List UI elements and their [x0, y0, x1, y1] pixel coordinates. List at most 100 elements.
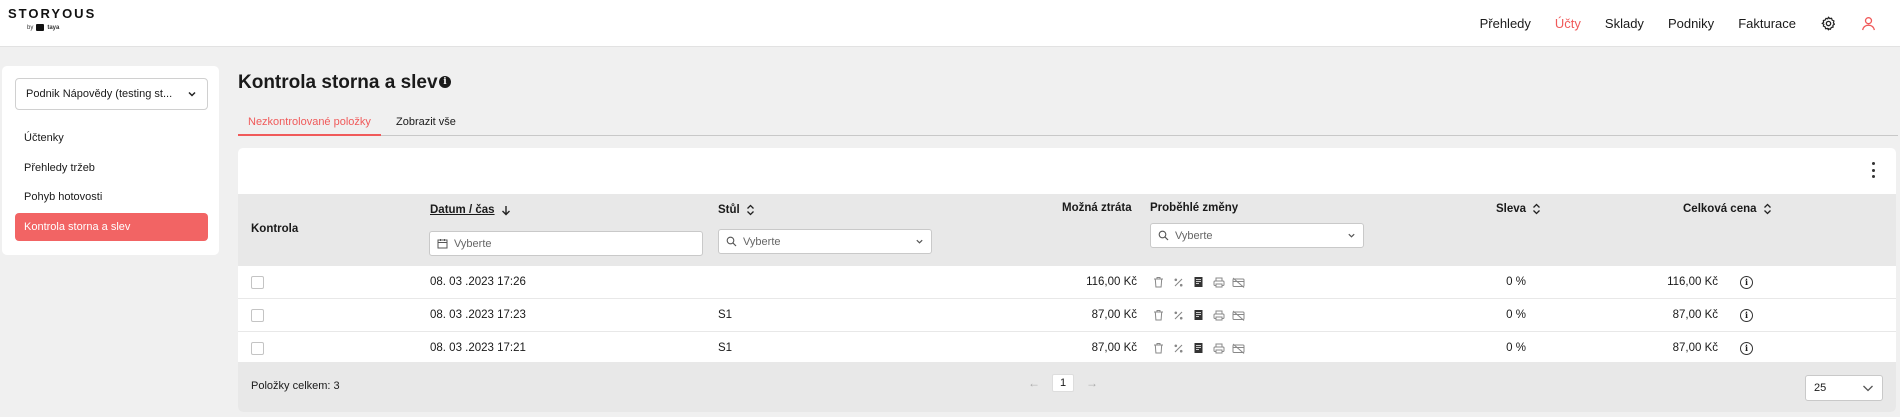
- printer-icon: [1212, 309, 1225, 322]
- gear-icon[interactable]: [1820, 16, 1836, 32]
- tab-bar: Nezkontrolované položky Zobrazit vše: [238, 111, 1898, 136]
- printer-icon: [1212, 342, 1225, 355]
- row-sleva: 0 %: [1506, 342, 1526, 354]
- row-stul: S1: [718, 309, 733, 321]
- card-off-icon: [1232, 276, 1245, 289]
- row-changes: [1152, 299, 1245, 331]
- row-cena: 116,00 Kč: [1667, 276, 1718, 288]
- row-checkbox[interactable]: [251, 266, 264, 298]
- column-header-stul[interactable]: Stůl: [718, 204, 755, 216]
- page-size-select[interactable]: 25: [1805, 375, 1883, 401]
- column-header-probehle-zmeny: Proběhlé změny: [1150, 202, 1239, 214]
- row-ztrata: 87,00 Kč: [1091, 309, 1137, 321]
- column-header-celkova-cena[interactable]: Celková cena: [1683, 203, 1772, 215]
- table-row[interactable]: 08. 03 .2023 17:26 116,00 Kč 0 % 116,00 …: [238, 266, 1896, 299]
- datum-filter-placeholder: Vyberte: [454, 237, 492, 250]
- row-info-icon[interactable]: i: [1740, 332, 1753, 364]
- user-icon[interactable]: [1860, 16, 1876, 32]
- table-card: Kontrola Datum / čas Vyberte Stůl Vybert…: [238, 148, 1896, 412]
- row-info-icon[interactable]: i: [1740, 266, 1753, 298]
- datum-filter-input[interactable]: Vyberte: [429, 231, 703, 256]
- trash-icon: [1152, 276, 1165, 289]
- sidebar-item-prehledy-trzeb[interactable]: Přehledy tržeb: [15, 154, 208, 182]
- row-datum: 08. 03 .2023 17:26: [430, 276, 526, 288]
- items-total: Položky celkem: 3: [251, 380, 340, 392]
- row-stul: S1: [718, 342, 733, 354]
- chevron-down-icon: [1863, 385, 1873, 392]
- sort-icon: [1763, 203, 1771, 215]
- chevron-down-icon: [1348, 233, 1355, 238]
- sort-desc-icon: [501, 205, 510, 215]
- column-header-kontrola: Kontrola: [251, 223, 299, 235]
- sidebar-item-kontrola-storna[interactable]: Kontrola storna a slev: [15, 213, 208, 241]
- search-icon: [726, 236, 737, 247]
- row-info-icon[interactable]: i: [1740, 299, 1753, 331]
- column-header-datum[interactable]: Datum / čas: [430, 204, 511, 216]
- chevron-down-icon: [188, 91, 196, 97]
- prev-page-icon[interactable]: ←: [1028, 376, 1040, 390]
- trash-icon: [1152, 342, 1165, 355]
- zmeny-filter-select[interactable]: Vyberte: [1150, 223, 1364, 248]
- card-off-icon: [1232, 309, 1245, 322]
- venue-select[interactable]: Podnik Nápovědy (testing st...: [15, 78, 208, 110]
- pagination: ← 1 →: [1028, 374, 1098, 392]
- page-number[interactable]: 1: [1052, 374, 1074, 392]
- row-checkbox[interactable]: [251, 332, 264, 364]
- logo-by: by: [27, 24, 34, 31]
- receipt-icon: [1192, 309, 1205, 322]
- venue-select-value: Podnik Nápovědy (testing st...: [26, 88, 173, 100]
- tab-nezkontrolovane[interactable]: Nezkontrolované položky: [238, 111, 381, 136]
- percent-icon: [1172, 309, 1185, 322]
- sidebar-item-pohyb-hotovosti[interactable]: Pohyb hotovosti: [15, 183, 208, 211]
- sidebar-item-uctenky[interactable]: Účtenky: [15, 124, 208, 152]
- taya-logo-icon: [36, 24, 45, 31]
- stul-filter-placeholder: Vyberte: [743, 235, 781, 248]
- receipt-icon: [1192, 276, 1205, 289]
- row-changes: [1152, 266, 1245, 298]
- column-header-mozna-ztrata: Možná ztráta: [1062, 202, 1132, 214]
- calendar-icon: [437, 239, 448, 249]
- card-off-icon: [1232, 342, 1245, 355]
- nav-item-prehledy[interactable]: Přehledy: [1480, 16, 1531, 31]
- storyous-logo[interactable]: STORYOUS by taya: [8, 6, 96, 31]
- page-size-value: 25: [1814, 382, 1827, 394]
- tab-zobrazit-vse[interactable]: Zobrazit vše: [386, 111, 466, 136]
- table-header: Kontrola Datum / čas Vyberte Stůl Vybert…: [238, 194, 1896, 266]
- nav-item-sklady[interactable]: Sklady: [1605, 16, 1644, 31]
- sort-icon: [1533, 203, 1541, 215]
- stul-filter-select[interactable]: Vyberte: [718, 229, 932, 254]
- row-ztrata: 116,00 Kč: [1086, 276, 1137, 288]
- top-bar: STORYOUS by taya Přehledy Účty Sklady Po…: [0, 0, 1900, 47]
- table-row[interactable]: 08. 03 .2023 17:23 S1 87,00 Kč 0 % 87,00…: [238, 299, 1896, 332]
- nav-item-podniky[interactable]: Podniky: [1668, 16, 1714, 31]
- logo-text: STORYOUS: [8, 6, 97, 21]
- receipt-icon: [1192, 342, 1205, 355]
- table-footer: Položky celkem: 3 ← 1 → 25: [238, 362, 1896, 412]
- next-page-icon[interactable]: →: [1086, 376, 1098, 390]
- chevron-down-icon: [916, 239, 923, 244]
- row-checkbox[interactable]: [251, 299, 264, 331]
- row-ztrata: 87,00 Kč: [1091, 342, 1137, 354]
- more-options-icon[interactable]: [1870, 162, 1876, 178]
- logo-partner: taya: [47, 24, 60, 31]
- page-title: Kontrola storna a slev: [238, 72, 438, 93]
- table-row[interactable]: 08. 03 .2023 17:21 S1 87,00 Kč 0 % 87,00…: [238, 332, 1896, 365]
- row-changes: [1152, 332, 1245, 364]
- printer-icon: [1212, 276, 1225, 289]
- info-icon[interactable]: i: [439, 76, 451, 88]
- row-cena: 87,00 Kč: [1672, 342, 1718, 354]
- row-cena: 87,00 Kč: [1672, 309, 1718, 321]
- row-sleva: 0 %: [1506, 276, 1526, 288]
- search-icon: [1158, 230, 1169, 241]
- main-nav: Přehledy Účty Sklady Podniky Fakturace: [1480, 0, 1900, 47]
- sidebar: Podnik Nápovědy (testing st... Účtenky P…: [2, 66, 219, 255]
- row-datum: 08. 03 .2023 17:21: [430, 342, 526, 354]
- percent-icon: [1172, 342, 1185, 355]
- nav-item-ucty[interactable]: Účty: [1555, 16, 1581, 31]
- column-header-sleva[interactable]: Sleva: [1496, 203, 1541, 215]
- nav-item-fakturace[interactable]: Fakturace: [1738, 16, 1796, 31]
- trash-icon: [1152, 309, 1165, 322]
- percent-icon: [1172, 276, 1185, 289]
- zmeny-filter-placeholder: Vyberte: [1175, 229, 1213, 242]
- logo-subtitle: by taya: [27, 24, 96, 31]
